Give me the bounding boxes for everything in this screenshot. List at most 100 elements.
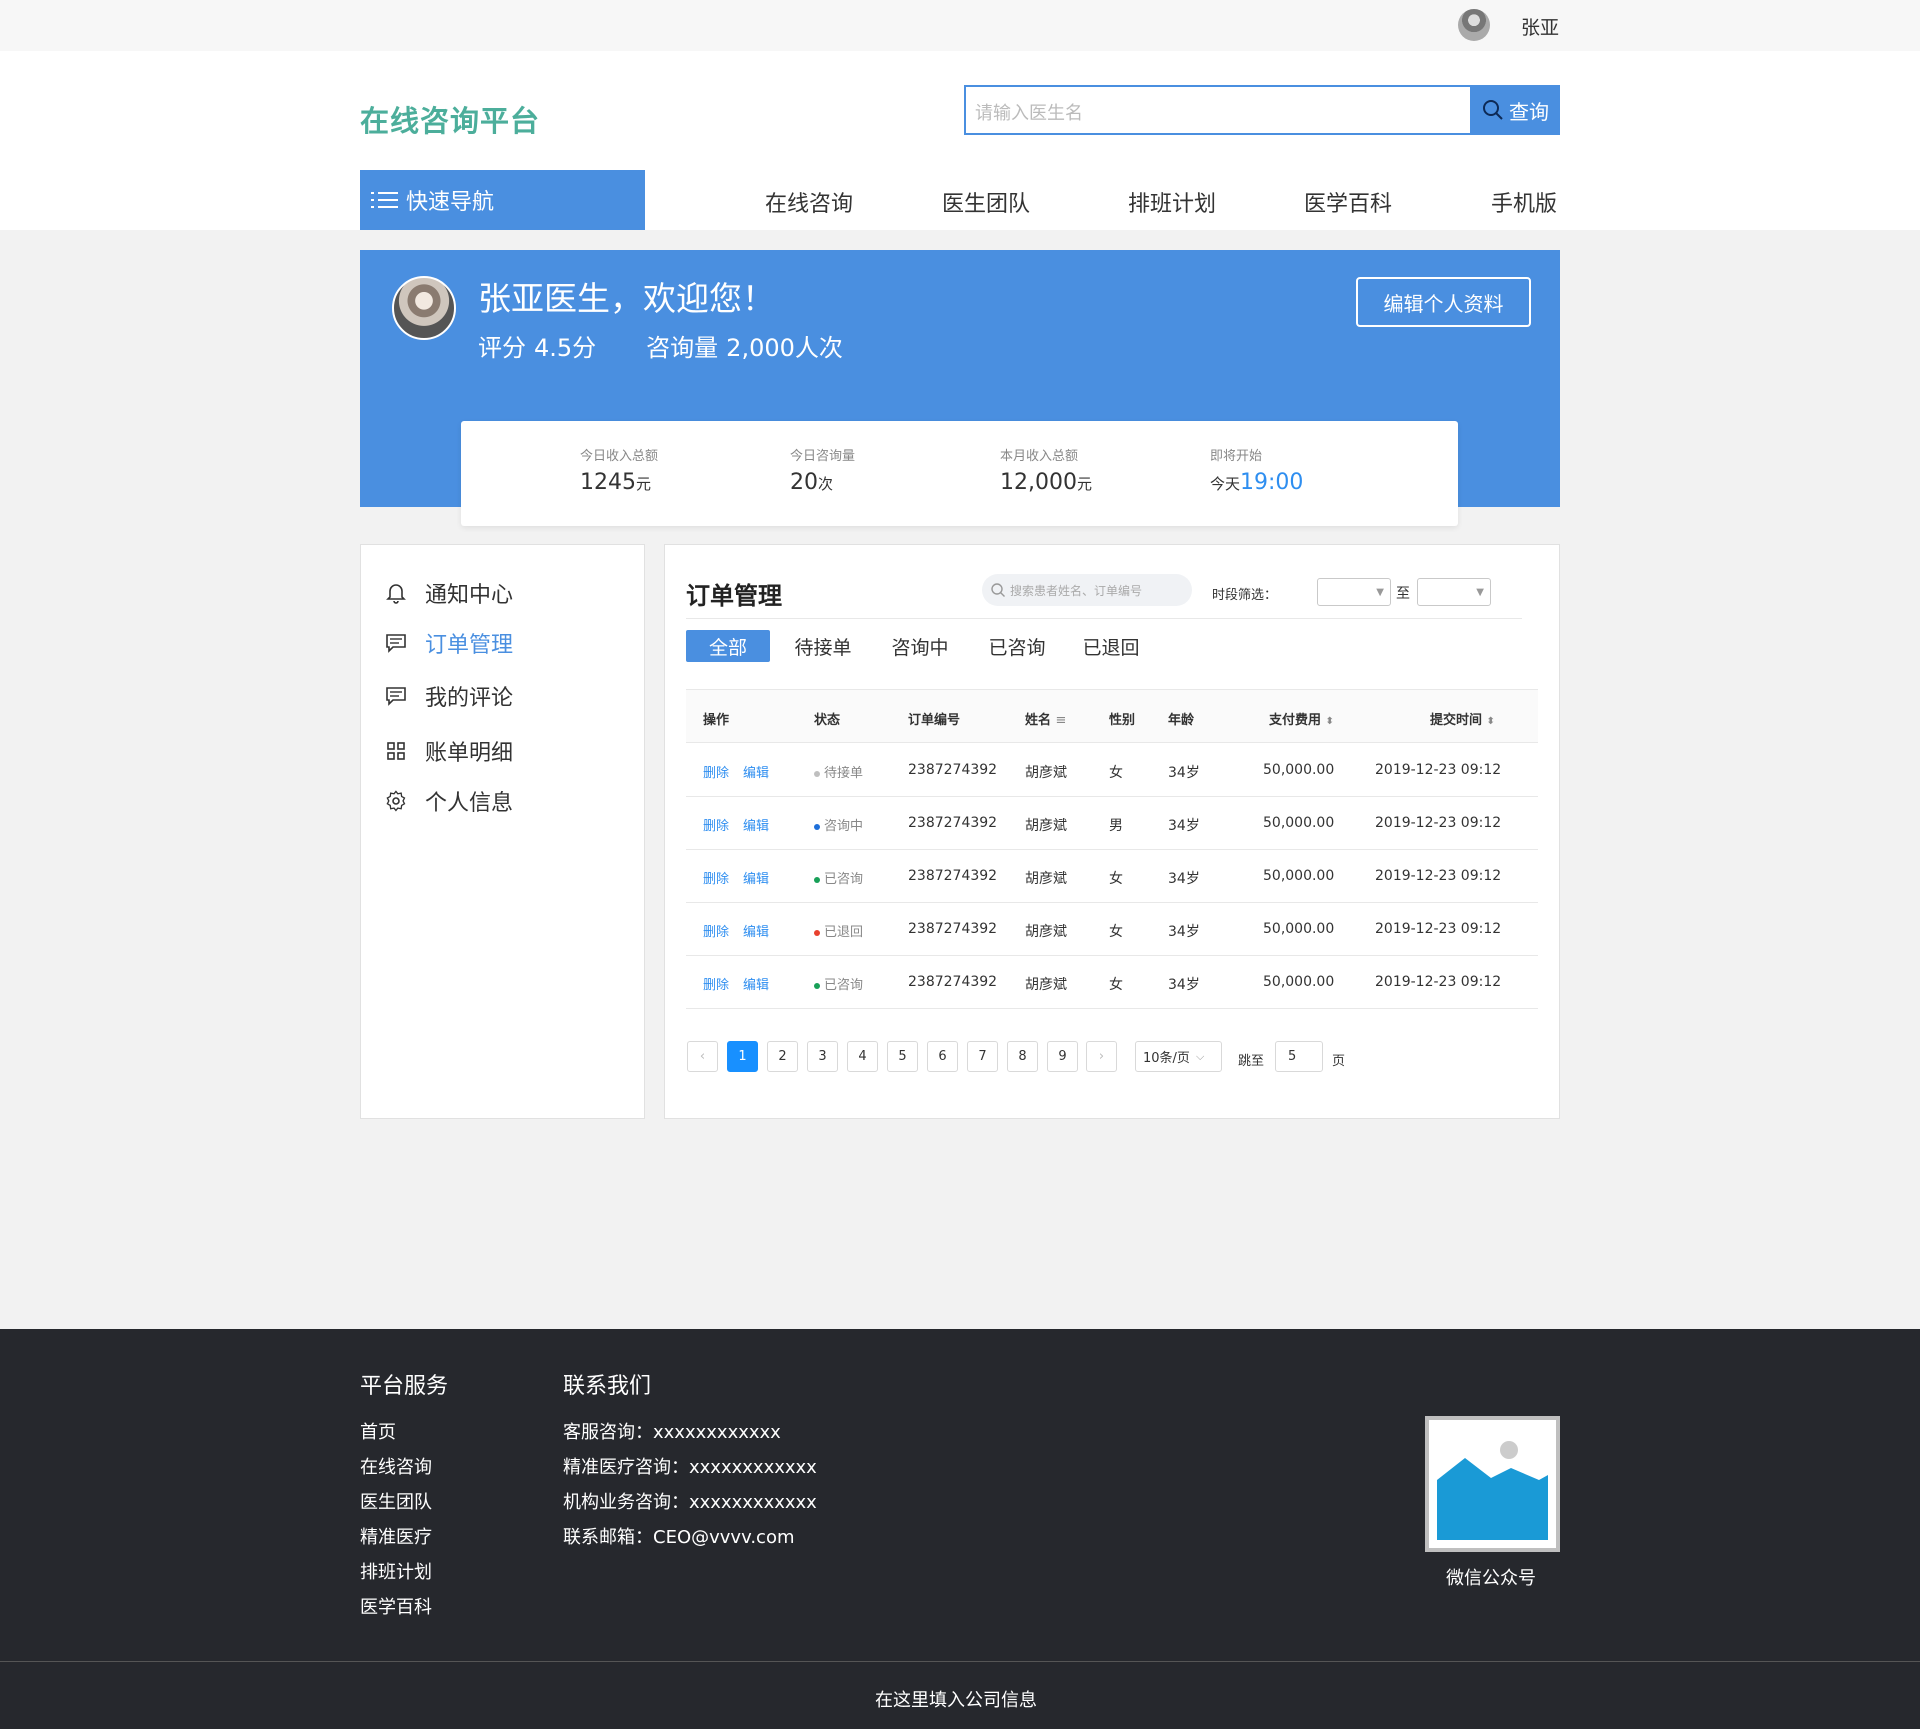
col-gender: 性别 <box>1109 713 1136 728</box>
search-icon <box>991 583 1005 597</box>
sidebar-item-orders[interactable]: 订单管理 <box>385 627 513 659</box>
date-to-select[interactable]: ▼ <box>1417 578 1491 606</box>
cell-gender: 女 <box>1109 924 1123 940</box>
footer-link-wiki[interactable]: 医学百科 <box>360 1593 432 1619</box>
col-time[interactable]: 提交时间 ⬍ <box>1430 709 1495 728</box>
status-text: 咨询中 <box>824 819 864 834</box>
nav-doctor-team[interactable]: 医生团队 <box>942 186 1030 218</box>
col-fee[interactable]: 支付费用 ⬍ <box>1269 709 1334 728</box>
delete-link[interactable]: 删除 <box>703 815 729 834</box>
page-button-8[interactable]: 8 <box>1007 1041 1038 1072</box>
rating-label: 评分 <box>478 334 526 362</box>
tab-returned[interactable]: 已退回 <box>1074 630 1148 662</box>
cell-gender: 男 <box>1109 818 1123 834</box>
chevron-down-icon: ▼ <box>1376 586 1384 598</box>
nav-mobile[interactable]: 手机版 <box>1491 186 1557 218</box>
tab-consulted[interactable]: 已咨询 <box>980 630 1054 662</box>
edit-profile-button[interactable]: 编辑个人资料 <box>1356 277 1531 327</box>
quick-nav-label: 快速导航 <box>406 190 495 215</box>
sidebar-item-profile[interactable]: 个人信息 <box>385 785 513 817</box>
footer-contact-business: 机构业务咨询：xxxxxxxxxxxx <box>563 1492 817 1513</box>
sort-icon[interactable]: ⬍ <box>1487 716 1495 727</box>
prev-page-button[interactable]: ‹ <box>687 1041 718 1072</box>
sidebar-item-label: 账单明细 <box>425 741 514 766</box>
page-button-1[interactable]: 1 <box>727 1041 758 1072</box>
status-text: 已咨询 <box>824 872 864 887</box>
edit-link[interactable]: 编辑 <box>743 868 769 887</box>
edit-link[interactable]: 编辑 <box>743 762 769 781</box>
tab-pending[interactable]: 待接单 <box>786 630 860 662</box>
filter-icon[interactable]: ≡ <box>1056 713 1067 728</box>
stat-prefix: 今天 <box>1210 475 1241 493</box>
footer-link-schedule[interactable]: 排班计划 <box>360 1558 432 1584</box>
sidebar-item-label: 订单管理 <box>425 633 514 658</box>
doctor-avatar <box>392 276 456 340</box>
message-icon <box>385 632 407 654</box>
tab-in-consult[interactable]: 咨询中 <box>883 630 957 662</box>
footer-link-team[interactable]: 医生团队 <box>360 1488 432 1514</box>
cell-name: 胡彦斌 <box>1025 818 1067 834</box>
order-search-input[interactable]: 搜索患者姓名、订单编号 <box>982 574 1192 606</box>
top-username[interactable]: 张亚 <box>1521 13 1559 40</box>
footer-services-title: 平台服务 <box>360 1374 449 1399</box>
page-button-7[interactable]: 7 <box>967 1041 998 1072</box>
cell-order-no: 2387274392 <box>908 868 998 884</box>
edit-link[interactable]: 编辑 <box>743 974 769 993</box>
stat-value: 1245 <box>580 470 636 495</box>
col-status: 状态 <box>814 713 841 728</box>
brand-logo[interactable]: 在线咨询平台 <box>360 98 540 140</box>
cell-name: 胡彦斌 <box>1025 765 1067 781</box>
footer-link-home[interactable]: 首页 <box>360 1418 396 1444</box>
sidebar: 通知中心 订单管理 我的评论 账单明细 个人信息 <box>360 544 645 1119</box>
footer-contact-service: 客服咨询：xxxxxxxxxxxx <box>563 1422 781 1443</box>
sidebar-item-comments[interactable]: 我的评论 <box>385 680 513 712</box>
footer-link-consult[interactable]: 在线咨询 <box>360 1453 432 1479</box>
col-age: 年龄 <box>1168 713 1195 728</box>
page-size-select[interactable]: 10条/页 ⌵ <box>1135 1041 1222 1072</box>
delete-link[interactable]: 删除 <box>703 868 729 887</box>
search-button-label: 查询 <box>1509 99 1549 124</box>
nav-schedule[interactable]: 排班计划 <box>1128 186 1216 218</box>
sidebar-item-bills[interactable]: 账单明细 <box>385 735 513 767</box>
table-row: 删除 编辑 待接单 2387274392 胡彦斌 女 34岁 50,000.00 2019-12… <box>686 744 1538 797</box>
sidebar-item-label: 我的评论 <box>425 686 514 711</box>
page-button-4[interactable]: 4 <box>847 1041 878 1072</box>
quick-nav-button[interactable]: 快速导航 <box>360 170 645 230</box>
stat-label: 即将开始 <box>1210 449 1263 464</box>
page-button-5[interactable]: 5 <box>887 1041 918 1072</box>
delete-link[interactable]: 删除 <box>703 762 729 781</box>
edit-link[interactable]: 编辑 <box>743 815 769 834</box>
nav-medical-wiki[interactable]: 医学百科 <box>1304 186 1392 218</box>
chevron-left-icon: ‹ <box>699 1049 706 1064</box>
wechat-qr-image <box>1425 1416 1560 1552</box>
footer-link-precision[interactable]: 精准医疗 <box>360 1523 432 1549</box>
stat-label: 今日收入总额 <box>580 449 659 464</box>
doctor-stats: 评分 4.5分 咨询量 2,000人次 <box>478 328 851 363</box>
page-button-9[interactable]: 9 <box>1047 1041 1078 1072</box>
page-button-6[interactable]: 6 <box>927 1041 958 1072</box>
cell-time: 2019-12-23 09:12 <box>1375 974 1502 990</box>
sort-icon[interactable]: ⬍ <box>1326 716 1334 727</box>
date-from-select[interactable]: ▼ <box>1317 578 1391 606</box>
stat-today-income: 今日收入总额 1245元 <box>580 445 658 495</box>
search-button[interactable]: 查询 <box>1470 85 1560 135</box>
edit-link[interactable]: 编辑 <box>743 921 769 940</box>
chevron-down-icon: ⌵ <box>1195 1049 1205 1063</box>
sidebar-item-notifications[interactable]: 通知中心 <box>385 577 513 609</box>
delete-link[interactable]: 删除 <box>703 921 729 940</box>
delete-link[interactable]: 删除 <box>703 974 729 993</box>
page-button-2[interactable]: 2 <box>767 1041 798 1072</box>
tab-all[interactable]: 全部 <box>686 630 770 662</box>
stat-month-income: 本月收入总额 12,000元 <box>1000 445 1092 495</box>
cell-fee: 50,000.00 <box>1263 815 1335 831</box>
page-button-3[interactable]: 3 <box>807 1041 838 1072</box>
jump-page-input[interactable]: 5 <box>1275 1041 1323 1072</box>
page-suffix: 页 <box>1332 1054 1346 1069</box>
stat-label: 今日咨询量 <box>790 449 856 464</box>
cell-name: 胡彦斌 <box>1025 924 1067 940</box>
user-avatar[interactable] <box>1458 9 1490 41</box>
doctor-search-input[interactable]: 请输入医生名 <box>964 85 1470 135</box>
nav-online-consult[interactable]: 在线咨询 <box>765 186 853 218</box>
col-name[interactable]: 姓名 ≡ <box>1025 709 1066 728</box>
next-page-button[interactable]: › <box>1086 1041 1117 1072</box>
